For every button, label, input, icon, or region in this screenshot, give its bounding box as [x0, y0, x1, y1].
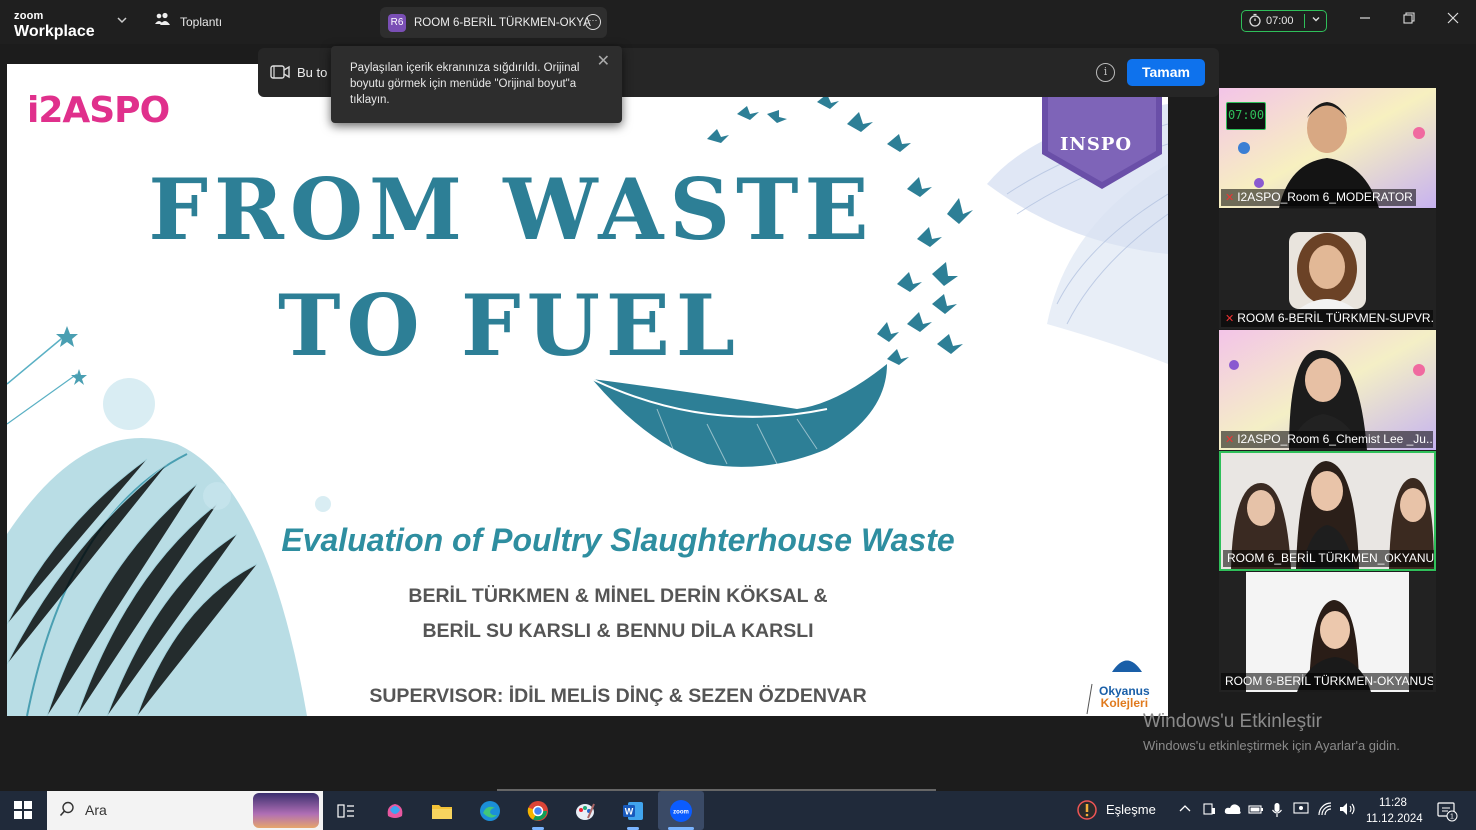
search-icon [59, 801, 75, 822]
meeting-tab[interactable]: Toplantı [154, 12, 222, 31]
windows-taskbar: Ara W zoom Eşleşme 11:28 11.12.2024 1 [0, 791, 1476, 830]
meeting-timer[interactable]: 07:00 [1241, 10, 1327, 32]
timer-divider [1304, 14, 1305, 28]
shared-screen: i2ASPO INSPO FROM WASTE TO FUEL Evaluati… [7, 64, 1168, 716]
file-explorer-icon[interactable] [428, 797, 456, 825]
supervisor-line: SUPERVISOR: İDİL MELİS DİNÇ & SEZEN ÖZDE… [369, 685, 867, 707]
video-tile-chemist[interactable]: ✕ I2ASPO_Room 6_Chemist Lee _Ju... [1219, 330, 1436, 450]
participant-name: ✕ I2ASPO_Room 6_MODERATOR [1221, 189, 1416, 206]
ok-button[interactable]: Tamam [1127, 59, 1205, 86]
muted-mic-icon: ✕ [1225, 434, 1235, 446]
svg-text:zoom: zoom [673, 809, 689, 815]
copilot-icon[interactable] [381, 797, 409, 825]
muted-mic-icon: ✕ [1225, 192, 1235, 204]
room-badge: R6 [388, 13, 406, 32]
windows-start-icon[interactable] [14, 801, 32, 819]
video-tile-supervisor[interactable]: ✕ ROOM 6-BERİL TÜRKMEN-SUPVR... [1219, 209, 1436, 329]
video-tile-moderator[interactable]: 07:00 ✕ I2ASPO_Room 6_MODERATOR [1219, 88, 1436, 208]
video-tile-student[interactable]: ROOM 6-BERİL TÜRKMEN-OKYANUS... [1219, 572, 1436, 692]
volume-icon[interactable] [1339, 802, 1357, 819]
chevron-down-icon[interactable] [116, 14, 130, 28]
logo-small-text: zoom [14, 10, 44, 22]
info-icon[interactable]: i [1096, 63, 1115, 82]
slide-title-line2: TO FUEL [278, 276, 741, 375]
word-icon[interactable]: W [619, 797, 647, 825]
close-icon[interactable] [1443, 11, 1463, 31]
pairing-label[interactable]: Eşleşme [1106, 802, 1156, 817]
search-highlight-image [253, 793, 319, 828]
close-icon[interactable]: ✕ [597, 54, 610, 70]
notification-count: 1 [1450, 814, 1454, 821]
tile-timer: 07:00 [1226, 102, 1266, 130]
pairing-icon[interactable] [1077, 800, 1097, 823]
microphone-icon[interactable] [1271, 802, 1283, 821]
title-bar: zoom Workplace Toplantı R6 ROOM 6-BERİL … [0, 0, 1476, 44]
notification-icon[interactable]: 1 [1436, 800, 1458, 825]
chevron-up-icon[interactable] [1178, 802, 1192, 819]
taskbar-search[interactable]: Ara [47, 791, 323, 830]
participant-name-text: ROOM 6_BERİL TÜRKMEN_OKYANUS... [1227, 551, 1435, 565]
cloud-icon[interactable] [1224, 802, 1242, 819]
video-tile-students[interactable]: ROOM 6_BERİL TÜRKMEN_OKYANUS... [1219, 451, 1436, 571]
zoom-window: zoom Workplace Toplantı R6 ROOM 6-BERİL … [0, 0, 1476, 830]
monitor-icon[interactable] [1293, 802, 1309, 819]
people-icon [154, 12, 172, 31]
camera-icon [270, 65, 290, 79]
inspo-logo: INSPO [1060, 134, 1133, 155]
minimize-icon[interactable] [1355, 11, 1375, 31]
timer-chevron-icon[interactable] [1311, 14, 1321, 27]
i2aspo-logo-text: i2ASPO [27, 90, 170, 131]
tooltip-text: Paylaşılan içerik ekranınıza sığdırıldı.… [350, 62, 580, 106]
more-icon[interactable]: ··· [585, 14, 601, 30]
slide-title-line1: FROM WASTE [148, 160, 875, 259]
participant-name-text: ROOM 6-BERİL TÜRKMEN-SUPVR... [1237, 311, 1433, 325]
chrome-icon[interactable] [524, 797, 552, 825]
participant-name-text: I2ASPO_Room 6_MODERATOR [1237, 190, 1413, 204]
wifi-icon[interactable] [1317, 802, 1333, 819]
clock-time: 11:28 [1379, 797, 1407, 809]
svg-text:W: W [625, 807, 634, 817]
authors-line1: BERİL TÜRKMEN & MİNEL DERİN KÖKSAL & [408, 585, 828, 607]
i2aspo-logo: i2ASPO [27, 90, 170, 131]
timer-icon [1248, 13, 1262, 30]
participant-name: ✕ ROOM 6-BERİL TÜRKMEN-SUPVR... [1221, 310, 1433, 327]
meeting-label: Toplantı [180, 14, 223, 29]
room-name: ROOM 6-BERİL TÜRKMEN-OKYA [414, 16, 591, 29]
taskbar-clock[interactable]: 11:28 11.12.2024 [1366, 795, 1423, 827]
authors-line2: BERİL SU KARSLI & BENNU DİLA KARSLI [422, 620, 814, 642]
participant-name: ROOM 6-BERİL TÜRKMEN-OKYANUS... [1221, 673, 1433, 690]
zoom-logo[interactable]: zoom Workplace [14, 7, 95, 40]
paint-icon[interactable] [571, 797, 599, 825]
clock-date: 11.12.2024 [1366, 813, 1423, 825]
logo-main-text: Workplace [14, 23, 95, 40]
restore-icon[interactable] [1399, 11, 1419, 31]
breakout-room-pill[interactable]: R6 ROOM 6-BERİL TÜRKMEN-OKYA ··· [380, 7, 607, 38]
participant-name: ROOM 6_BERİL TÜRKMEN_OKYANUS... [1223, 550, 1435, 567]
participant-name-text: ROOM 6-BERİL TÜRKMEN-OKYANUS... [1225, 674, 1433, 688]
okyanus-logo: Okyanus Kolejleri [1099, 685, 1150, 709]
fit-content-tooltip: Paylaşılan içerik ekranınıza sığdırıldı.… [331, 46, 622, 123]
task-view-icon[interactable] [332, 797, 360, 825]
slide-subtitle: Evaluation of Poultry Slaughterhouse Was… [281, 522, 955, 558]
battery-icon[interactable] [1248, 802, 1264, 819]
participant-name-text: I2ASPO_Room 6_Chemist Lee _Ju... [1237, 432, 1433, 446]
device-icon[interactable] [1202, 802, 1216, 819]
muted-mic-icon: ✕ [1225, 313, 1235, 325]
edge-icon[interactable] [476, 797, 504, 825]
search-placeholder: Ara [85, 802, 107, 818]
zoom-taskbar-icon[interactable]: zoom [658, 791, 704, 830]
activation-watermark-text: Windows'u etkinleştirmek için Ayarlar'a … [1143, 738, 1400, 753]
activation-watermark-title: Windows'u Etkinleştir [1143, 711, 1322, 732]
timer-value: 07:00 [1266, 15, 1294, 27]
okyanus-logo-line2: Kolejleri [1100, 696, 1149, 710]
share-notice-text: Bu to [297, 65, 328, 80]
participant-name: ✕ I2ASPO_Room 6_Chemist Lee _Ju... [1221, 431, 1433, 448]
